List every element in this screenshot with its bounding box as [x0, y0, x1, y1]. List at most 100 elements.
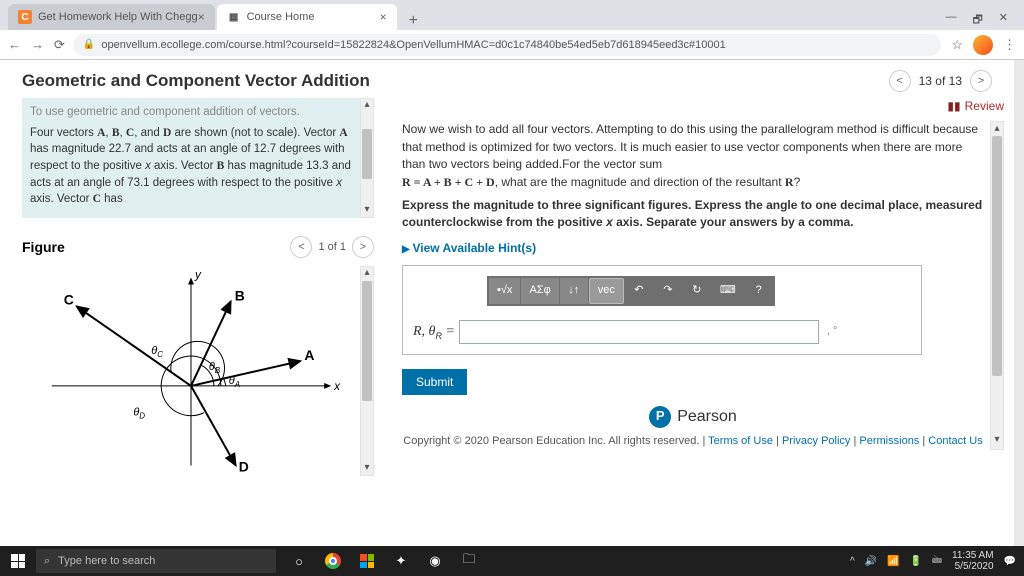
redo-button[interactable]: ↷ [654, 278, 682, 304]
svg-text:C: C [157, 350, 163, 359]
close-icon[interactable]: × [198, 10, 205, 24]
browser-tab-strip: C Get Homework Help With Chegg × ▦ Cours… [0, 0, 1024, 30]
vector-diagram: x y A B C D θA [22, 266, 360, 476]
review-link[interactable]: ▮▮ Review [402, 98, 1004, 115]
back-button[interactable]: ← [8, 37, 21, 53]
clock[interactable]: 11:35 AM 5/5/2020 [952, 550, 994, 572]
course-icon: ▦ [227, 10, 241, 24]
svg-text:A: A [234, 380, 240, 389]
right-panel: ▮▮ Review Now we wish to add all four ve… [380, 98, 1014, 544]
menu-icon[interactable]: ⋮ [1003, 37, 1016, 53]
reload-button[interactable]: ⟳ [54, 37, 65, 53]
svg-text:A: A [304, 347, 314, 363]
footer-link[interactable]: Permissions [859, 435, 919, 447]
figure-label: Figure [22, 239, 65, 255]
close-window-button[interactable]: ✕ [999, 11, 1008, 30]
intro-scrollbar[interactable]: ▴ ▾ [360, 98, 374, 218]
footer-link[interactable]: Contact Us [928, 435, 982, 447]
answer-input[interactable] [459, 320, 819, 344]
address-bar: ← → ⟳ 🔒 openvellum.ecollege.com/course.h… [0, 30, 1024, 60]
close-icon[interactable]: × [380, 10, 387, 24]
template-button[interactable]: ▪√x [489, 278, 520, 304]
url-input[interactable]: 🔒 openvellum.ecollege.com/course.html?co… [73, 34, 941, 56]
equation-toolbar: ▪√x ΑΣφ ↓↑ vec ↶ ↷ ↻ ⌨ ? [487, 276, 775, 306]
svg-text:y: y [194, 268, 202, 282]
maximize-button[interactable]: 🗗 [972, 11, 982, 30]
chrome-icon[interactable] [318, 546, 348, 576]
search-placeholder: Type here to search [58, 555, 155, 567]
taskbar-search[interactable]: ⌕ Type here to search [36, 549, 276, 573]
flag-icon: ▮▮ [947, 98, 960, 115]
intro-text: To use geometric and component addition … [22, 98, 360, 218]
tray-up-icon[interactable]: ^ [850, 556, 855, 567]
pearson-icon: P [649, 406, 671, 428]
next-button[interactable]: > [970, 70, 992, 92]
system-tray: ^ 🔊 📶 🔋 🖮 11:35 AM 5/5/2020 💬 [842, 550, 1024, 572]
counter-text: 13 of 13 [919, 74, 962, 88]
new-tab-button[interactable]: + [399, 12, 428, 30]
help-button[interactable]: ? [745, 278, 773, 304]
figure-prev[interactable]: < [290, 236, 312, 258]
undo-button[interactable]: ↶ [625, 278, 653, 304]
cortana-icon[interactable]: ○ [284, 546, 314, 576]
svg-text:x: x [333, 379, 341, 393]
svg-text:B: B [235, 287, 245, 303]
svg-text:D: D [239, 458, 249, 474]
prev-button[interactable]: < [889, 70, 911, 92]
page-content: Geometric and Component Vector Addition … [0, 60, 1014, 546]
footer-link[interactable]: Privacy Policy [782, 435, 850, 447]
bookmark-icon[interactable]: ☆ [951, 37, 963, 53]
page-title: Geometric and Component Vector Addition [22, 71, 370, 91]
pearson-brand: P Pearson [402, 405, 984, 428]
svg-text:C: C [64, 291, 74, 307]
instructions: Express the magnitude to three significa… [402, 197, 984, 232]
keyboard-button[interactable]: ⌨ [712, 278, 744, 304]
unit-hint: , ° [827, 324, 838, 340]
left-panel: To use geometric and component addition … [0, 98, 380, 544]
battery-icon[interactable]: 🔋 [910, 556, 922, 567]
network-icon[interactable]: 📶 [887, 556, 899, 567]
tab-label: Get Homework Help With Chegg [38, 11, 198, 23]
submit-button[interactable]: Submit [402, 369, 467, 395]
app-icon[interactable]: ✦ [386, 546, 416, 576]
notifications-icon[interactable]: 💬 [1004, 556, 1016, 567]
right-scrollbar[interactable]: ▴ ▾ [990, 121, 1004, 450]
page-header: Geometric and Component Vector Addition … [0, 60, 1014, 98]
footer-link[interactable]: Terms of Use [708, 435, 773, 447]
footer: Copyright © 2020 Pearson Education Inc. … [402, 434, 984, 450]
figure-scrollbar[interactable]: ▴ ▾ [360, 266, 374, 476]
url-text: openvellum.ecollege.com/course.html?cour… [101, 39, 725, 51]
item-counter: < 13 of 13 > [889, 70, 992, 92]
volume-icon[interactable]: 🔊 [865, 556, 877, 567]
steam-icon[interactable]: ◉ [420, 546, 450, 576]
tab-label: Course Home [247, 11, 315, 23]
figure-body: x y A B C D θA [22, 266, 374, 476]
minimize-button[interactable]: — [945, 11, 956, 30]
explorer-icon[interactable]: 🗀 [454, 546, 484, 576]
windows-icon [11, 554, 25, 568]
browser-tab-active[interactable]: ▦ Course Home × [217, 4, 397, 30]
store-icon[interactable] [352, 546, 382, 576]
problem-text: Now we wish to add all four vectors. Att… [402, 121, 984, 191]
lock-icon: 🔒 [83, 39, 95, 50]
figure-pager: 1 of 1 [318, 241, 346, 253]
answer-label: R, θR = [413, 322, 455, 343]
svg-text:D: D [139, 412, 145, 421]
reset-button[interactable]: ↻ [683, 278, 711, 304]
profile-avatar[interactable] [973, 35, 993, 55]
forward-button[interactable]: → [31, 37, 44, 53]
taskbar: ⌕ Type here to search ○ ✦ ◉ 🗀 ^ 🔊 📶 🔋 🖮 … [0, 546, 1024, 576]
search-icon: ⌕ [44, 555, 50, 568]
window-controls: — 🗗 ✕ [937, 11, 1016, 30]
figure-header: Figure < 1 of 1 > [22, 232, 374, 262]
view-hints[interactable]: View Available Hint(s) [402, 240, 984, 258]
greek-button[interactable]: ΑΣφ [521, 278, 558, 304]
chegg-icon: C [18, 10, 32, 24]
start-button[interactable] [0, 554, 36, 568]
answer-area: ▪√x ΑΣφ ↓↑ vec ↶ ↷ ↻ ⌨ ? R, θR = [402, 265, 922, 355]
subscript-button[interactable]: ↓↑ [560, 278, 588, 304]
input-icon[interactable]: 🖮 [932, 553, 942, 570]
figure-next[interactable]: > [352, 236, 374, 258]
browser-tab[interactable]: C Get Homework Help With Chegg × [8, 4, 215, 30]
vec-button[interactable]: vec [589, 278, 624, 304]
